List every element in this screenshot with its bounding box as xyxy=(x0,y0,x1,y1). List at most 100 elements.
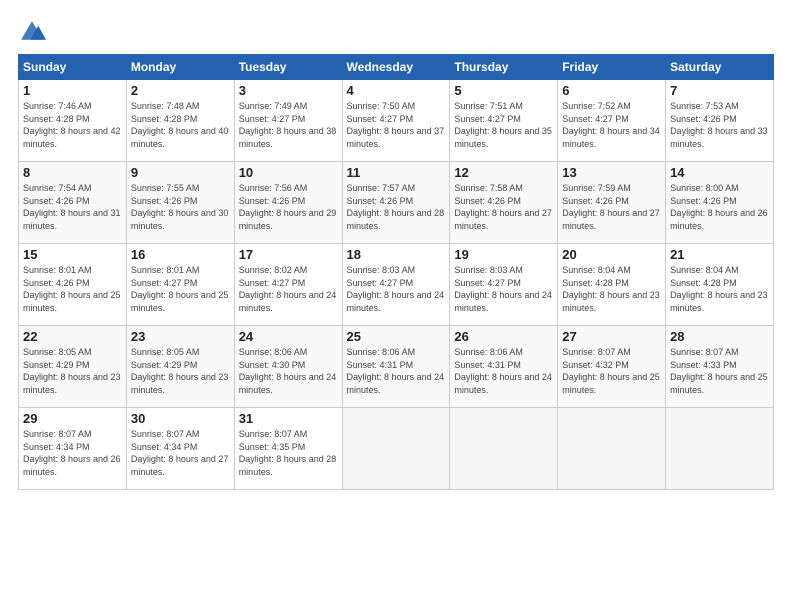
day-info: Sunrise: 7:55 AM Sunset: 4:26 PM Dayligh… xyxy=(131,182,230,232)
day-info: Sunrise: 8:00 AM Sunset: 4:26 PM Dayligh… xyxy=(670,182,769,232)
calendar-header-row: SundayMondayTuesdayWednesdayThursdayFrid… xyxy=(19,55,774,80)
day-info: Sunrise: 8:04 AM Sunset: 4:28 PM Dayligh… xyxy=(670,264,769,314)
calendar-cell: 19 Sunrise: 8:03 AM Sunset: 4:27 PM Dayl… xyxy=(450,244,558,326)
day-number: 25 xyxy=(347,329,446,344)
day-info: Sunrise: 8:05 AM Sunset: 4:29 PM Dayligh… xyxy=(23,346,122,396)
day-number: 28 xyxy=(670,329,769,344)
calendar-cell: 17 Sunrise: 8:02 AM Sunset: 4:27 PM Dayl… xyxy=(234,244,342,326)
calendar-cell: 5 Sunrise: 7:51 AM Sunset: 4:27 PM Dayli… xyxy=(450,80,558,162)
calendar-cell: 23 Sunrise: 8:05 AM Sunset: 4:29 PM Dayl… xyxy=(126,326,234,408)
day-info: Sunrise: 8:03 AM Sunset: 4:27 PM Dayligh… xyxy=(347,264,446,314)
calendar-cell: 13 Sunrise: 7:59 AM Sunset: 4:26 PM Dayl… xyxy=(558,162,666,244)
calendar-cell xyxy=(342,408,450,490)
day-info: Sunrise: 7:57 AM Sunset: 4:26 PM Dayligh… xyxy=(347,182,446,232)
calendar-week-row: 1 Sunrise: 7:46 AM Sunset: 4:28 PM Dayli… xyxy=(19,80,774,162)
day-number: 7 xyxy=(670,83,769,98)
calendar-cell: 25 Sunrise: 8:06 AM Sunset: 4:31 PM Dayl… xyxy=(342,326,450,408)
day-info: Sunrise: 7:53 AM Sunset: 4:26 PM Dayligh… xyxy=(670,100,769,150)
day-info: Sunrise: 7:58 AM Sunset: 4:26 PM Dayligh… xyxy=(454,182,553,232)
day-info: Sunrise: 7:54 AM Sunset: 4:26 PM Dayligh… xyxy=(23,182,122,232)
calendar-cell: 16 Sunrise: 8:01 AM Sunset: 4:27 PM Dayl… xyxy=(126,244,234,326)
day-info: Sunrise: 8:01 AM Sunset: 4:27 PM Dayligh… xyxy=(131,264,230,314)
day-info: Sunrise: 8:05 AM Sunset: 4:29 PM Dayligh… xyxy=(131,346,230,396)
column-header-friday: Friday xyxy=(558,55,666,80)
calendar-cell: 4 Sunrise: 7:50 AM Sunset: 4:27 PM Dayli… xyxy=(342,80,450,162)
day-number: 31 xyxy=(239,411,338,426)
day-number: 11 xyxy=(347,165,446,180)
day-number: 22 xyxy=(23,329,122,344)
calendar-week-row: 29 Sunrise: 8:07 AM Sunset: 4:34 PM Dayl… xyxy=(19,408,774,490)
calendar-cell: 24 Sunrise: 8:06 AM Sunset: 4:30 PM Dayl… xyxy=(234,326,342,408)
day-number: 19 xyxy=(454,247,553,262)
calendar-cell: 8 Sunrise: 7:54 AM Sunset: 4:26 PM Dayli… xyxy=(19,162,127,244)
day-info: Sunrise: 8:06 AM Sunset: 4:31 PM Dayligh… xyxy=(347,346,446,396)
calendar-cell: 9 Sunrise: 7:55 AM Sunset: 4:26 PM Dayli… xyxy=(126,162,234,244)
calendar-cell: 28 Sunrise: 8:07 AM Sunset: 4:33 PM Dayl… xyxy=(666,326,774,408)
calendar-cell: 1 Sunrise: 7:46 AM Sunset: 4:28 PM Dayli… xyxy=(19,80,127,162)
day-number: 4 xyxy=(347,83,446,98)
day-info: Sunrise: 8:03 AM Sunset: 4:27 PM Dayligh… xyxy=(454,264,553,314)
day-number: 30 xyxy=(131,411,230,426)
day-number: 26 xyxy=(454,329,553,344)
calendar-table: SundayMondayTuesdayWednesdayThursdayFrid… xyxy=(18,54,774,490)
day-info: Sunrise: 7:49 AM Sunset: 4:27 PM Dayligh… xyxy=(239,100,338,150)
day-number: 16 xyxy=(131,247,230,262)
day-number: 23 xyxy=(131,329,230,344)
day-number: 24 xyxy=(239,329,338,344)
day-info: Sunrise: 8:07 AM Sunset: 4:34 PM Dayligh… xyxy=(23,428,122,478)
column-header-monday: Monday xyxy=(126,55,234,80)
day-number: 21 xyxy=(670,247,769,262)
calendar-cell xyxy=(666,408,774,490)
day-number: 17 xyxy=(239,247,338,262)
day-number: 3 xyxy=(239,83,338,98)
day-number: 12 xyxy=(454,165,553,180)
day-info: Sunrise: 8:06 AM Sunset: 4:31 PM Dayligh… xyxy=(454,346,553,396)
day-number: 15 xyxy=(23,247,122,262)
page: SundayMondayTuesdayWednesdayThursdayFrid… xyxy=(0,0,792,612)
day-number: 6 xyxy=(562,83,661,98)
day-number: 27 xyxy=(562,329,661,344)
calendar-cell: 10 Sunrise: 7:56 AM Sunset: 4:26 PM Dayl… xyxy=(234,162,342,244)
calendar-cell: 21 Sunrise: 8:04 AM Sunset: 4:28 PM Dayl… xyxy=(666,244,774,326)
day-number: 13 xyxy=(562,165,661,180)
day-number: 2 xyxy=(131,83,230,98)
column-header-thursday: Thursday xyxy=(450,55,558,80)
calendar-cell: 6 Sunrise: 7:52 AM Sunset: 4:27 PM Dayli… xyxy=(558,80,666,162)
column-header-tuesday: Tuesday xyxy=(234,55,342,80)
day-info: Sunrise: 8:04 AM Sunset: 4:28 PM Dayligh… xyxy=(562,264,661,314)
day-info: Sunrise: 8:07 AM Sunset: 4:32 PM Dayligh… xyxy=(562,346,661,396)
day-number: 8 xyxy=(23,165,122,180)
day-number: 18 xyxy=(347,247,446,262)
calendar-week-row: 15 Sunrise: 8:01 AM Sunset: 4:26 PM Dayl… xyxy=(19,244,774,326)
calendar-week-row: 22 Sunrise: 8:05 AM Sunset: 4:29 PM Dayl… xyxy=(19,326,774,408)
calendar-cell: 15 Sunrise: 8:01 AM Sunset: 4:26 PM Dayl… xyxy=(19,244,127,326)
day-number: 20 xyxy=(562,247,661,262)
calendar-cell: 3 Sunrise: 7:49 AM Sunset: 4:27 PM Dayli… xyxy=(234,80,342,162)
day-info: Sunrise: 7:51 AM Sunset: 4:27 PM Dayligh… xyxy=(454,100,553,150)
column-header-sunday: Sunday xyxy=(19,55,127,80)
day-info: Sunrise: 8:01 AM Sunset: 4:26 PM Dayligh… xyxy=(23,264,122,314)
day-number: 1 xyxy=(23,83,122,98)
calendar-body: 1 Sunrise: 7:46 AM Sunset: 4:28 PM Dayli… xyxy=(19,80,774,490)
day-number: 9 xyxy=(131,165,230,180)
day-info: Sunrise: 8:07 AM Sunset: 4:33 PM Dayligh… xyxy=(670,346,769,396)
header xyxy=(18,18,774,46)
day-info: Sunrise: 7:59 AM Sunset: 4:26 PM Dayligh… xyxy=(562,182,661,232)
calendar-cell xyxy=(558,408,666,490)
column-header-saturday: Saturday xyxy=(666,55,774,80)
calendar-cell: 27 Sunrise: 8:07 AM Sunset: 4:32 PM Dayl… xyxy=(558,326,666,408)
calendar-cell: 11 Sunrise: 7:57 AM Sunset: 4:26 PM Dayl… xyxy=(342,162,450,244)
calendar-cell: 30 Sunrise: 8:07 AM Sunset: 4:34 PM Dayl… xyxy=(126,408,234,490)
column-header-wednesday: Wednesday xyxy=(342,55,450,80)
day-number: 29 xyxy=(23,411,122,426)
calendar-cell: 18 Sunrise: 8:03 AM Sunset: 4:27 PM Dayl… xyxy=(342,244,450,326)
calendar-cell xyxy=(450,408,558,490)
calendar-week-row: 8 Sunrise: 7:54 AM Sunset: 4:26 PM Dayli… xyxy=(19,162,774,244)
day-info: Sunrise: 7:52 AM Sunset: 4:27 PM Dayligh… xyxy=(562,100,661,150)
calendar-cell: 20 Sunrise: 8:04 AM Sunset: 4:28 PM Dayl… xyxy=(558,244,666,326)
day-info: Sunrise: 8:07 AM Sunset: 4:35 PM Dayligh… xyxy=(239,428,338,478)
logo xyxy=(18,18,50,46)
day-info: Sunrise: 7:50 AM Sunset: 4:27 PM Dayligh… xyxy=(347,100,446,150)
day-info: Sunrise: 7:48 AM Sunset: 4:28 PM Dayligh… xyxy=(131,100,230,150)
calendar-cell: 29 Sunrise: 8:07 AM Sunset: 4:34 PM Dayl… xyxy=(19,408,127,490)
